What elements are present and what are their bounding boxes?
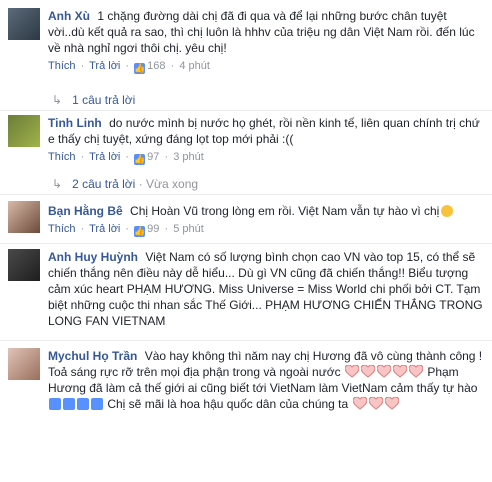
reply-arrow-icon: ↳: [52, 93, 63, 107]
like-count-icon: 👍: [134, 226, 146, 237]
heart-icon: [360, 365, 375, 378]
comment-author[interactable]: Tinh Linh: [48, 116, 102, 130]
heart-icon: [352, 397, 367, 410]
avatar[interactable]: [8, 115, 40, 147]
comment-text: 1 chặng đường dài chị đã đi qua và để lạ…: [48, 9, 475, 55]
heart-icon: [392, 365, 407, 378]
avatar[interactable]: [8, 348, 40, 380]
comment-text-block: Anh Xù 1 chặng đường dài chị đã đi qua v…: [48, 8, 484, 56]
replies-count[interactable]: 1 câu trả lời: [72, 93, 135, 107]
like-count-icon: 👍: [134, 63, 146, 74]
avatar[interactable]: [8, 8, 40, 40]
divider: [0, 340, 492, 341]
reply-arrow-icon: ↳: [52, 177, 63, 191]
avatar[interactable]: [8, 201, 40, 233]
divider: [0, 194, 492, 195]
divider: [0, 243, 492, 244]
like-count[interactable]: 99: [147, 223, 159, 235]
comment-text-block: Mychul Họ Trần Vào hay không thì năm nay…: [48, 348, 484, 412]
like-count[interactable]: 168: [147, 60, 165, 72]
heart-icon: [408, 365, 423, 378]
heart-icon: [344, 365, 359, 378]
divider: [0, 110, 492, 111]
like-button[interactable]: Thích: [48, 151, 76, 163]
avatar[interactable]: [8, 249, 40, 281]
comment-author[interactable]: Anh Huy Huỳnh: [48, 250, 138, 264]
like-button[interactable]: Thích: [48, 60, 76, 72]
heart-icon: [384, 397, 399, 410]
view-replies-link[interactable]: ↳ 1 câu trả lời: [52, 92, 135, 108]
comment-text-block: Bạn Hằng Bê Chị Hoàn Vũ trong lòng em rồ…: [48, 203, 484, 219]
reply-button[interactable]: Trả lời: [89, 151, 120, 163]
thumbs-up-icon: [63, 398, 75, 410]
like-button[interactable]: Thích: [48, 223, 76, 235]
comment-text: Chị Hoàn Vũ trong lòng em rồi. Việt Nam …: [130, 204, 440, 218]
replies-count[interactable]: 2 câu trả lời: [72, 177, 135, 191]
thumbs-up-icon: [91, 398, 103, 410]
thumbs-up-icon: [77, 398, 89, 410]
comment-time[interactable]: 3 phút: [173, 151, 204, 163]
comment-text-block: Tinh Linh do nước mình bị nước họ ghét, …: [48, 115, 484, 147]
comment-text: Chị sẽ mãi là hoa hậu quốc dân của chúng…: [107, 397, 349, 411]
heart-icon: [376, 365, 391, 378]
view-replies-link[interactable]: ↳ 2 câu trả lời · Vừa xong: [52, 176, 198, 192]
comment-text: do nước mình bị nước họ ghét, rồi nền ki…: [48, 116, 480, 146]
replies-time: Vừa xong: [145, 177, 199, 191]
reply-button[interactable]: Trả lời: [89, 60, 120, 72]
reply-button[interactable]: Trả lời: [89, 223, 120, 235]
emoji-icon: [441, 205, 454, 217]
comment-text-block: Anh Huy Huỳnh Việt Nam có số lượng bình …: [48, 249, 484, 329]
comment-actions: Thích · Trả lời · 👍 168 · 4 phút: [48, 60, 210, 74]
like-count-icon: 👍: [134, 154, 146, 165]
comment-author[interactable]: Anh Xù: [48, 9, 90, 23]
like-count[interactable]: 97: [147, 151, 159, 163]
comment-author[interactable]: Bạn Hằng Bê: [48, 204, 123, 218]
heart-icon: [368, 397, 383, 410]
comment-actions: Thích · Trả lời · 👍 99 · 5 phút: [48, 223, 204, 237]
thumbs-up-icon: [49, 398, 61, 410]
comment-actions: Thích · Trả lời · 👍 97 · 3 phút: [48, 151, 204, 165]
comment-time[interactable]: 4 phút: [179, 60, 210, 72]
comment-time[interactable]: 5 phút: [173, 223, 204, 235]
comment-author[interactable]: Mychul Họ Trần: [48, 349, 137, 363]
